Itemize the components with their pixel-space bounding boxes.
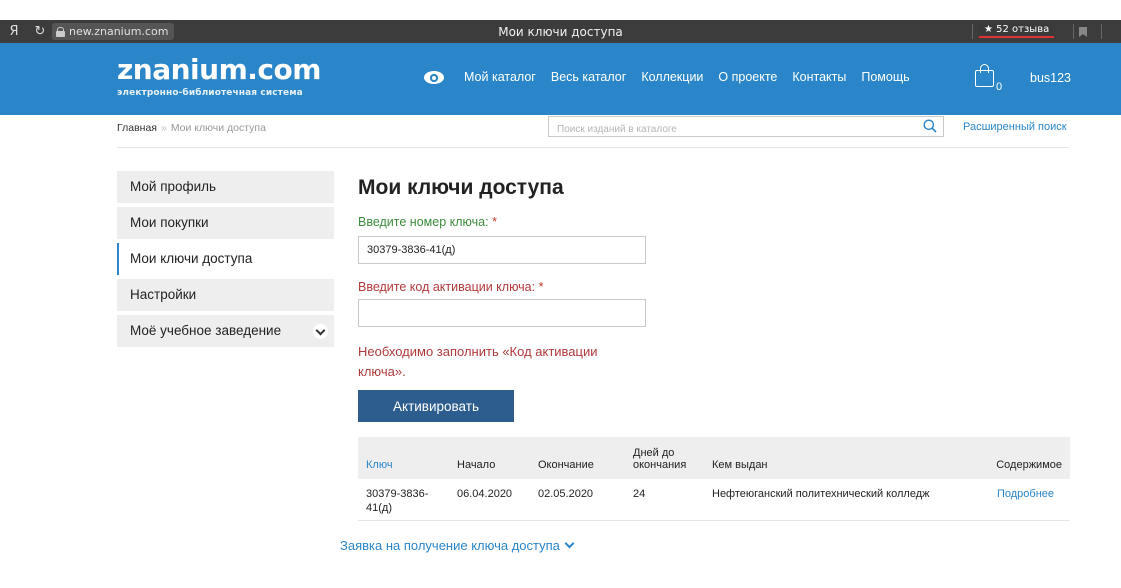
site-header: znanium.com электронно-библиотечная сист… [0,43,1121,115]
cell-issuer: Нефтеюганский политехнический колледж [712,488,930,500]
sidebar-item-profile[interactable]: Мой профиль [117,171,334,203]
column-header-content: Содержимое [996,459,1062,471]
activate-button[interactable]: Активировать [358,390,514,422]
activation-code-label-text: Введите код активации ключа: [358,280,536,294]
browser-toolbar: Я ↻ new.znanium.com Мои ключи доступа ★ … [0,20,1121,43]
sidebar-item-label: Моё учебное заведение [130,323,282,338]
nav-about[interactable]: О проекте [718,70,777,84]
column-header-issuer: Кем выдан [712,459,768,471]
lock-icon [56,26,65,37]
main-nav: Мой каталог Весь каталог Коллекции О про… [424,70,925,84]
toolbar-divider [1073,24,1074,39]
key-number-label-text: Введите номер ключа: [358,215,489,229]
reload-icon[interactable]: ↻ [28,24,52,39]
breadcrumb: Главная» Мои ключи доступа [117,122,266,134]
key-number-field[interactable] [358,236,646,264]
page-title: Мои ключи доступа [358,176,564,199]
chevron-down-icon [564,538,575,549]
breadcrumb-home[interactable]: Главная [117,122,157,134]
toolbar-divider [972,24,973,39]
cart-icon[interactable] [975,64,995,87]
yandex-icon[interactable]: Я [0,24,28,39]
address-bar[interactable]: new.znanium.com [52,23,175,40]
nav-contacts[interactable]: Контакты [792,70,846,84]
cart-count: 0 [996,81,1003,93]
logo-subtitle: электронно-библиотечная система [117,88,303,98]
key-number-label: Введите номер ключа: * [358,215,497,229]
cell-days-left: 24 [633,488,646,500]
reviews-badge[interactable]: ★ 52 отзыва [979,23,1055,38]
cell-key: 30379-3836-41(д) [366,488,429,514]
breadcrumb-separator: » [160,122,167,134]
bookmark-icon[interactable] [1079,27,1087,37]
nav-help[interactable]: Помощь [861,70,909,84]
validation-error: Необходимо заполнить «Код активации ключ… [358,344,598,379]
eye-icon[interactable] [424,70,444,84]
column-header-start: Начало [457,459,496,471]
search-icon[interactable] [923,119,937,133]
table-header: Ключ Начало Окончание Дней до окончания … [358,437,1070,479]
sidebar-item-institution[interactable]: Моё учебное заведение [117,315,334,347]
nav-collections[interactable]: Коллекции [641,70,703,84]
nav-full-catalog[interactable]: Весь каталог [551,70,626,84]
request-key-link[interactable]: Заявка на получение ключа доступа [340,538,575,553]
advanced-search-link[interactable]: Расширенный поиск [963,121,1067,133]
activation-code-label: Введите код активации ключа: * [358,280,543,294]
nav-my-catalog[interactable]: Мой каталог [464,70,536,84]
chevron-down-icon[interactable] [313,324,328,339]
logo-text: znanium.com [117,53,321,86]
required-mark: * [492,215,497,229]
breadcrumb-current: Мои ключи доступа [170,122,266,134]
required-mark: * [538,280,544,294]
column-header-end: Окончание [538,459,594,471]
site-logo[interactable]: znanium.com электронно-библиотечная сист… [117,53,321,99]
sidebar: Мой профиль Мои покупки Мои ключи доступ… [117,171,334,351]
request-key-label: Заявка на получение ключа доступа [340,538,560,553]
sidebar-item-access-keys[interactable]: Мои ключи доступа [117,243,334,275]
toolbar-divider [1101,24,1102,39]
activation-code-field[interactable] [358,299,646,327]
sidebar-item-settings[interactable]: Настройки [117,279,334,311]
column-header-days-left: Дней до окончания [633,447,687,471]
search-input[interactable] [549,120,909,139]
user-menu[interactable]: bus123 [1030,71,1071,85]
column-header-key[interactable]: Ключ [366,459,393,471]
sidebar-item-purchases[interactable]: Мои покупки [117,207,334,239]
keys-table: Ключ Начало Окончание Дней до окончания … [358,437,1070,521]
cell-end: 02.05.2020 [538,488,594,500]
address-url: new.znanium.com [69,25,169,38]
table-row: 30379-3836-41(д) 06.04.2020 02.05.2020 2… [358,479,1070,521]
catalog-search [548,116,944,139]
divider [117,147,1069,148]
cell-start: 06.04.2020 [457,488,513,500]
details-link[interactable]: Подробнее [997,487,1054,501]
